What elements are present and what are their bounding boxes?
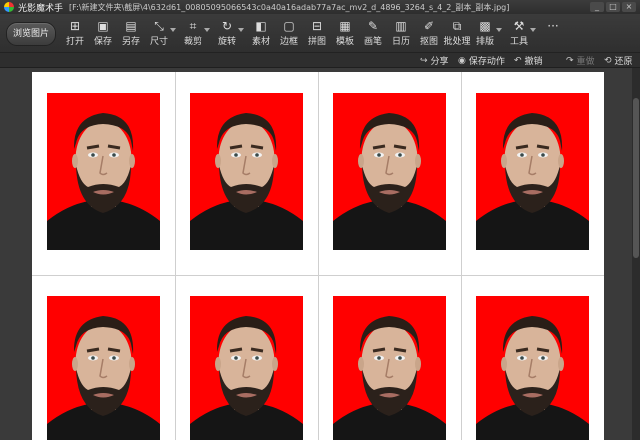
tools-icon: ⚒ [513, 19, 525, 33]
tool-batch[interactable]: ⧉ 批处理 [443, 18, 471, 50]
tool-material[interactable]: ◧ 素材 [248, 18, 274, 50]
tool-label: 裁剪 [183, 37, 202, 47]
tool-tools[interactable]: ⚒ 工具 [506, 18, 536, 50]
passport-photo [476, 296, 589, 440]
passport-photo [476, 93, 589, 250]
app-logo-icon [4, 2, 14, 12]
redo-button[interactable]: ↷ 重做 [566, 54, 595, 68]
tool-calendar[interactable]: ▥ 日历 [388, 18, 414, 50]
tool-label: 旋转 [217, 37, 236, 47]
maximize-button[interactable]: □ [606, 2, 620, 12]
share-icon: ↪ [420, 55, 428, 66]
restore-icon: ⟲ [604, 55, 612, 66]
save-action-label: 保存动作 [468, 57, 505, 67]
tool-label: 另存 [121, 37, 140, 47]
tool-crop[interactable]: ⌗ 裁剪 [180, 18, 210, 50]
tool-label: 排版 [475, 37, 494, 47]
tool-template[interactable]: ▦ 模板 [332, 18, 358, 50]
column-divider [461, 72, 462, 440]
image-canvas[interactable] [0, 68, 640, 440]
brush-icon: ✎ [367, 19, 379, 33]
crop-icon: ⌗ [189, 19, 197, 33]
template-icon: ▦ [339, 19, 351, 33]
save-icon: ▣ [97, 19, 109, 33]
passport-photo [333, 296, 446, 440]
tool-label: 尺寸 [149, 37, 168, 47]
column-divider [175, 72, 176, 440]
tool-label: 模板 [335, 37, 354, 47]
material-icon: ◧ [255, 19, 267, 33]
tool-label: 边框 [279, 37, 298, 47]
browse-images-button[interactable]: 浏览图片 [6, 22, 56, 46]
tool-label: 日历 [391, 37, 410, 47]
tool-label: 拼图 [307, 37, 326, 47]
resize-icon: ⤡ [154, 19, 164, 33]
action-bar: ↪ 分享 ◉ 保存动作 ↶ 撤销 ↷ 重做 ⟲ 还原 [0, 53, 640, 68]
tool-layout[interactable]: ▩ 排版 [472, 18, 502, 50]
tool-label: 批处理 [443, 37, 471, 47]
more-button[interactable]: ··· [540, 18, 566, 50]
file-path: [F:\新建文件夹\截屏\4\632d61_00805095066543c0a4… [69, 2, 510, 12]
redo-label: 重做 [576, 57, 595, 67]
redo-icon: ↷ [566, 55, 574, 66]
save-as-icon: ▤ [125, 19, 137, 33]
passport-photo [190, 93, 303, 250]
tool-brush[interactable]: ✎ 画笔 [360, 18, 386, 50]
cutout-icon: ✐ [423, 19, 435, 33]
close-button[interactable]: × [622, 2, 636, 12]
rotate-icon: ↻ [221, 19, 233, 33]
tool-save[interactable]: ▣ 保存 [90, 18, 116, 50]
tool-label: 画笔 [363, 37, 382, 47]
scrollbar-thumb[interactable] [633, 98, 639, 258]
undo-label: 撤销 [524, 57, 543, 67]
restore-label: 还原 [614, 57, 633, 67]
restore-button[interactable]: ⟲ 还原 [604, 54, 633, 68]
tool-rotate[interactable]: ↻ 旋转 [214, 18, 244, 50]
tool-open[interactable]: ⊞ 打开 [62, 18, 88, 50]
layout-sheet [32, 72, 604, 440]
tool-label: 素材 [251, 37, 270, 47]
share-label: 分享 [430, 57, 449, 67]
tool-save-as[interactable]: ▤ 另存 [118, 18, 144, 50]
vertical-scrollbar[interactable] [632, 68, 640, 440]
tool-label: 打开 [65, 37, 84, 47]
main-toolbar: 浏览图片 ⊞ 打开 ▣ 保存 ▤ 另存 ⤡ 尺寸 ⌗ 裁剪 ↻ 旋转 ◧ 素材 [0, 14, 640, 53]
passport-photo [190, 296, 303, 440]
more-icon: ··· [547, 19, 559, 33]
minimize-button[interactable]: _ [590, 2, 604, 12]
tool-label: 抠图 [419, 37, 438, 47]
tool-label: 工具 [509, 37, 528, 47]
app-name: 光影魔术手 [18, 3, 64, 14]
collage-icon: ⊟ [311, 19, 323, 33]
title-bar: 光影魔术手 [F:\新建文件夹\截屏\4\632d61_008050950665… [0, 0, 640, 14]
record-icon: ◉ [458, 55, 466, 66]
save-action-button[interactable]: ◉ 保存动作 [458, 54, 505, 68]
share-button[interactable]: ↪ 分享 [420, 54, 449, 68]
tool-border[interactable]: ▢ 边框 [276, 18, 302, 50]
tool-collage[interactable]: ⊟ 拼图 [304, 18, 330, 50]
calendar-icon: ▥ [395, 19, 407, 33]
tool-cutout[interactable]: ✐ 抠图 [416, 18, 442, 50]
batch-icon: ⧉ [452, 19, 462, 33]
passport-photo [47, 93, 160, 250]
open-icon: ⊞ [69, 19, 81, 33]
tool-resize[interactable]: ⤡ 尺寸 [146, 18, 176, 50]
passport-photo [333, 93, 446, 250]
border-icon: ▢ [283, 19, 295, 33]
passport-photo [47, 296, 160, 440]
row-divider [32, 275, 604, 276]
undo-icon: ↶ [514, 55, 522, 66]
undo-button[interactable]: ↶ 撤销 [514, 54, 543, 68]
column-divider [318, 72, 319, 440]
layout-icon: ▩ [479, 19, 491, 33]
tool-label: 保存 [93, 37, 112, 47]
